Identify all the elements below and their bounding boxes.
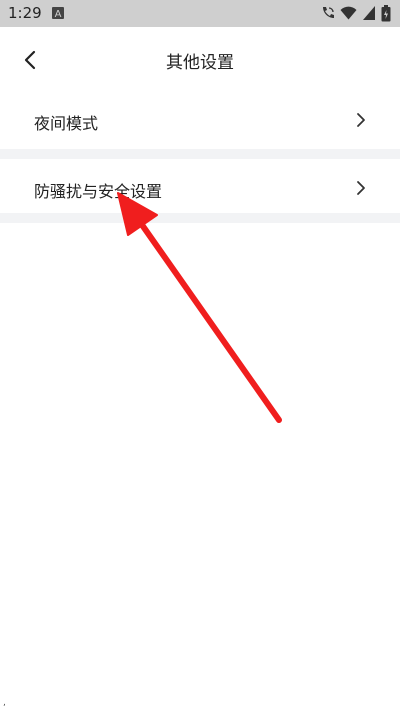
settings-item-night-mode[interactable]: 夜间模式: [0, 91, 400, 149]
settings-item-label: 防骚扰与安全设置: [34, 182, 163, 201]
app-bar: 其他设置: [0, 27, 400, 91]
chevron-right-icon: [357, 113, 365, 127]
wifi-icon: [340, 6, 357, 20]
signal-icon: [363, 6, 375, 20]
corner-mark: ,: [3, 698, 6, 708]
chevron-right-icon: [357, 181, 365, 195]
svg-text:A: A: [55, 9, 62, 19]
a-notification-icon: A: [52, 7, 64, 19]
page-title: 其他设置: [166, 53, 234, 73]
section-divider: [0, 149, 400, 159]
settings-item-harassment-security[interactable]: 防骚扰与安全设置: [0, 159, 400, 217]
wifi-call-icon: [323, 7, 334, 18]
status-bar: 1:29 A: [0, 0, 400, 27]
settings-item-label: 夜间模式: [34, 114, 99, 133]
battery-icon: [381, 5, 391, 22]
section-divider: [0, 213, 400, 223]
status-time: 1:29: [8, 4, 42, 22]
